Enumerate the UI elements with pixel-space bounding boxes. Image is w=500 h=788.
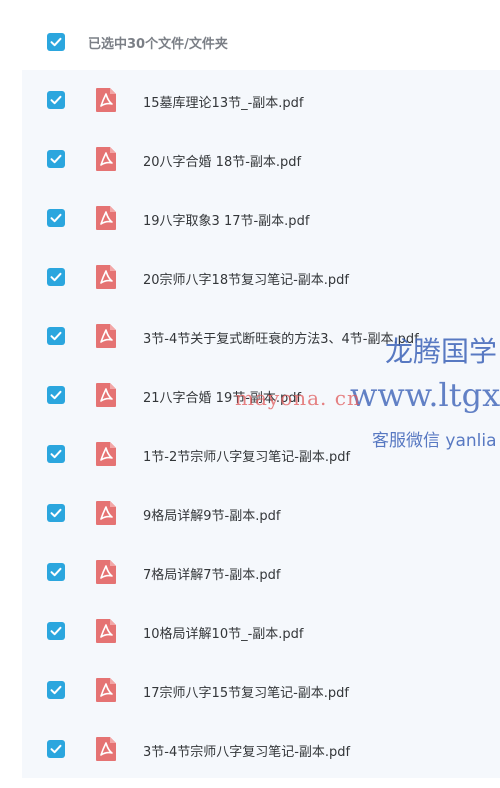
pdf-icon xyxy=(95,559,117,585)
file-name[interactable]: 10格局详解10节_-副本.pdf xyxy=(143,623,304,642)
file-checkbox[interactable] xyxy=(47,209,65,227)
file-checkbox[interactable] xyxy=(47,445,65,463)
checkmark-icon xyxy=(50,685,62,695)
file-name[interactable]: 17宗师八字15节复习笔记-副本.pdf xyxy=(143,682,349,701)
file-checkbox[interactable] xyxy=(47,504,65,522)
file-checkbox[interactable] xyxy=(47,386,65,404)
file-checkbox[interactable] xyxy=(47,91,65,109)
checkmark-icon xyxy=(50,744,62,754)
checkmark-icon xyxy=(50,154,62,164)
checkmark-icon xyxy=(50,390,62,400)
watermark-brand: 龙腾国学 xyxy=(385,335,498,368)
checkmark-icon xyxy=(50,508,62,518)
checkmark-icon xyxy=(50,626,62,636)
bottom-strip xyxy=(0,778,500,788)
file-name[interactable]: 1节-2节宗师八字复习笔记-副本.pdf xyxy=(143,446,350,465)
file-checkbox[interactable] xyxy=(47,150,65,168)
watermark-site: www.ltgx9 xyxy=(350,376,500,414)
file-name[interactable]: 20八字合婚 18节-副本.pdf xyxy=(143,151,301,170)
pdf-icon xyxy=(95,382,117,408)
file-name[interactable]: 15墓库理论13节_-副本.pdf xyxy=(143,92,304,111)
checkmark-icon xyxy=(50,331,62,341)
pdf-icon xyxy=(95,677,117,703)
file-name[interactable]: 3节-4节关于复式断旺衰的方法3、4节-副本.pdf xyxy=(143,328,419,347)
file-checkbox[interactable] xyxy=(47,563,65,581)
pdf-icon xyxy=(95,500,117,526)
pdf-icon xyxy=(95,736,117,762)
file-name[interactable]: 3节-4节宗师八字复习笔记-副本.pdf xyxy=(143,741,350,760)
file-checkbox[interactable] xyxy=(47,622,65,640)
checkmark-icon xyxy=(50,213,62,223)
file-checkbox[interactable] xyxy=(47,268,65,286)
pdf-icon xyxy=(95,441,117,467)
pdf-icon xyxy=(95,618,117,644)
file-name[interactable]: 20宗师八字18节复习笔记-副本.pdf xyxy=(143,269,349,288)
file-name[interactable]: 7格局详解7节-副本.pdf xyxy=(143,564,280,583)
pdf-icon xyxy=(95,146,117,172)
checkmark-icon xyxy=(50,449,62,459)
file-checkbox[interactable] xyxy=(47,681,65,699)
file-checkbox[interactable] xyxy=(47,740,65,758)
file-checkbox[interactable] xyxy=(47,327,65,345)
checkmark-icon xyxy=(50,567,62,577)
watermark-site-red: mayona. cn xyxy=(235,386,361,410)
file-name[interactable]: 19八字取象3 17节-副本.pdf xyxy=(143,210,309,229)
left-gutter xyxy=(0,0,22,788)
file-name[interactable]: 9格局详解9节-副本.pdf xyxy=(143,505,280,524)
pdf-icon xyxy=(95,205,117,231)
pdf-icon xyxy=(95,87,117,113)
pdf-icon xyxy=(95,323,117,349)
watermark-contact: 客服微信 yanlia xyxy=(372,431,497,451)
pdf-icon xyxy=(95,264,117,290)
select-all-checkbox[interactable] xyxy=(47,33,65,51)
checkmark-icon xyxy=(50,37,62,47)
selection-count-label: 已选中30个文件/文件夹 xyxy=(88,37,228,52)
checkmark-icon xyxy=(50,95,62,105)
checkmark-icon xyxy=(50,272,62,282)
